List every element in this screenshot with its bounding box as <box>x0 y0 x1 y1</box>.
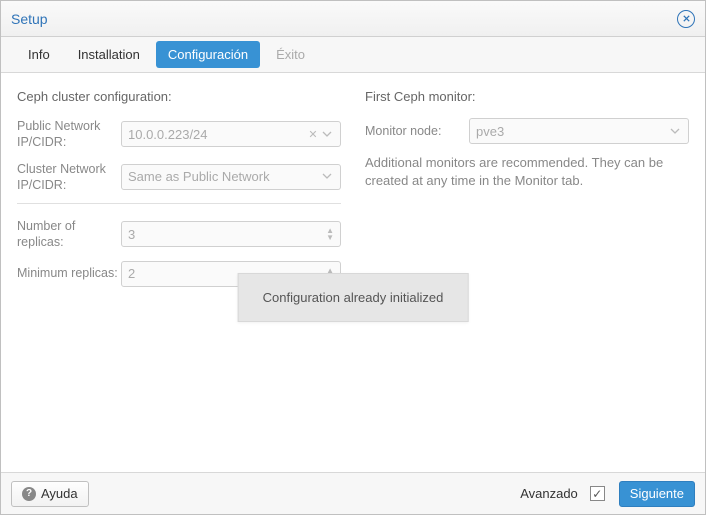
replicas-label: Number of replicas: <box>17 218 121 251</box>
public-network-value: 10.0.0.223/24 <box>128 127 306 142</box>
cluster-config-heading: Ceph cluster configuration: <box>17 89 341 104</box>
replicas-spinner[interactable]: 3 ▲▼ <box>121 221 341 247</box>
chevron-down-icon <box>320 127 334 142</box>
monitor-node-value: pve3 <box>476 124 668 139</box>
tab-success: Éxito <box>264 41 317 68</box>
replicas-value: 3 <box>128 227 326 242</box>
next-button-label: Siguiente <box>630 486 684 501</box>
help-button[interactable]: ? Ayuda <box>11 481 89 507</box>
monitor-help-text: Additional monitors are recommended. The… <box>365 154 689 190</box>
tab-installation[interactable]: Installation <box>66 41 152 68</box>
separator <box>17 203 341 204</box>
cluster-network-placeholder: Same as Public Network <box>128 169 320 184</box>
advanced-label: Avanzado <box>520 486 578 501</box>
spinner-arrows-icon[interactable]: ▲▼ <box>326 227 334 241</box>
tab-bar: Info Installation Configuración Éxito <box>1 37 705 73</box>
setup-wizard-window: Setup Info Installation Configuración Éx… <box>0 0 706 515</box>
cluster-network-combo[interactable]: Same as Public Network <box>121 164 341 190</box>
field-replicas: Number of replicas: 3 ▲▼ <box>17 218 341 251</box>
cluster-network-label: Cluster Network IP/CIDR: <box>17 161 121 194</box>
field-public-network: Public Network IP/CIDR: 10.0.0.223/24 ✕ <box>17 118 341 151</box>
clear-icon[interactable]: ✕ <box>306 128 320 141</box>
content-area: Ceph cluster configuration: Public Netwo… <box>1 73 705 472</box>
help-button-label: Ayuda <box>41 486 78 501</box>
advanced-checkbox[interactable]: ✓ <box>590 486 605 501</box>
field-monitor-node: Monitor node: pve3 <box>365 118 689 144</box>
chevron-down-icon <box>668 124 682 139</box>
monitor-node-label: Monitor node: <box>365 123 469 139</box>
titlebar: Setup <box>1 1 705 37</box>
config-initialized-message: Configuration already initialized <box>238 273 469 322</box>
footer-bar: ? Ayuda Avanzado ✓ Siguiente <box>1 472 705 514</box>
public-network-combo[interactable]: 10.0.0.223/24 ✕ <box>121 121 341 147</box>
public-network-label: Public Network IP/CIDR: <box>17 118 121 151</box>
window-title: Setup <box>11 11 677 27</box>
monitor-node-combo[interactable]: pve3 <box>469 118 689 144</box>
close-icon[interactable] <box>677 10 695 28</box>
monitor-heading: First Ceph monitor: <box>365 89 689 104</box>
chevron-down-icon <box>320 169 334 184</box>
field-cluster-network: Cluster Network IP/CIDR: Same as Public … <box>17 161 341 194</box>
tab-configuration[interactable]: Configuración <box>156 41 260 68</box>
tab-info[interactable]: Info <box>16 41 62 68</box>
min-replicas-label: Minimum replicas: <box>17 265 121 281</box>
question-icon: ? <box>22 487 36 501</box>
next-button[interactable]: Siguiente <box>619 481 695 507</box>
